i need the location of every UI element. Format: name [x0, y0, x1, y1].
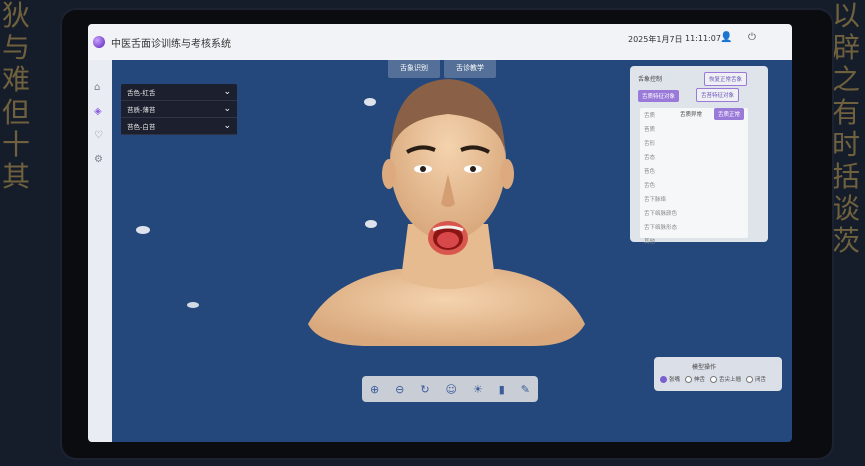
- radio-dot: [746, 375, 754, 383]
- feature-item[interactable]: 舌态: [640, 150, 748, 164]
- user-icon[interactable]: 👤: [720, 32, 732, 43]
- chevron-down-icon: ⌄: [223, 87, 231, 97]
- radio-label: 舌尖上翘: [719, 377, 742, 383]
- heart-icon[interactable]: ♡: [94, 130, 103, 141]
- chevron-down-icon: ⌄: [223, 121, 231, 131]
- model-ops-title: 模型操作: [692, 364, 717, 371]
- tongue-attribute-selects: 舌色-红舌 ⌄ 苔质-薄苔 ⌄ 苔色-白苔 ⌄: [121, 84, 237, 135]
- calli-char: 以: [832, 0, 861, 32]
- col-header[interactable]: 舌质异常: [680, 110, 702, 118]
- calli-char: 狄: [2, 0, 31, 32]
- radio-tongue-tip-up[interactable]: 舌尖上翘: [710, 375, 741, 383]
- view-toolbar: ⊕ ⊖ ↻ ☺ ☀ ▮ ✎: [362, 376, 538, 402]
- feature-item[interactable]: 舌色: [640, 178, 748, 192]
- model-icon[interactable]: ◈: [94, 106, 102, 117]
- calli-char: 辟: [832, 31, 861, 65]
- radio-close-tongue[interactable]: 闭舌: [746, 375, 766, 383]
- calli-char: 有: [832, 95, 861, 129]
- radio-stick-out-tongue[interactable]: 伸舌: [685, 375, 705, 383]
- option-tongue-body-button[interactable]: 舌质特征对象: [638, 90, 680, 102]
- select-coating-color[interactable]: 苔色-白苔 ⌄: [121, 118, 237, 135]
- calli-char: 其: [2, 159, 31, 193]
- panel-title: 舌象控制: [638, 76, 663, 83]
- radio-dot: [710, 375, 718, 383]
- feature-list: 舌质异常 舌质正常 舌质 苔质 舌形 舌态 苔色 舌色 舌下脉络 舌下络脉颜色 …: [640, 108, 748, 245]
- settings-icon[interactable]: ⚙: [94, 154, 103, 165]
- feature-item[interactable]: 舌下络脉颜色: [640, 206, 748, 220]
- brush-icon[interactable]: ✎: [521, 383, 530, 396]
- head-model[interactable]: [303, 74, 593, 374]
- chevron-down-icon: ⌄: [223, 104, 231, 114]
- radio-open-mouth[interactable]: 张嘴: [660, 375, 680, 383]
- radio-label: 张嘴: [669, 377, 681, 383]
- feature-item[interactable]: 舌下脉络: [640, 192, 748, 206]
- home-icon[interactable]: ⌂: [94, 82, 100, 93]
- calli-char: 谈: [832, 192, 861, 226]
- calli-char: 但: [2, 95, 31, 129]
- model-ops-options: 张嘴 伸舌 舌尖上翘 闭舌: [660, 375, 771, 383]
- calligraphy-left: 狄 与 难 但 十 其: [2, 0, 42, 193]
- model-operations-panel: 模型操作 张嘴 伸舌 舌尖上翘 闭舌: [654, 357, 782, 391]
- feature-item[interactable]: 其他: [640, 234, 748, 248]
- top-bar: 中医舌面诊训练与考核系统 2025年1月7日 11:11:07 👤 ⏻: [88, 24, 792, 60]
- power-icon[interactable]: ⏻: [748, 32, 756, 43]
- left-sidebar: ⌂ ◈ ♡ ⚙: [88, 60, 112, 442]
- app-screen: 中医舌面诊训练与考核系统 2025年1月7日 11:11:07 👤 ⏻ 舌象识别…: [88, 24, 792, 442]
- reset-tongue-button[interactable]: 恢复正常舌象: [704, 72, 748, 86]
- app-logo-icon: [93, 36, 105, 48]
- bars-icon[interactable]: ▮: [499, 383, 505, 396]
- select-tongue-color[interactable]: 舌色-红舌 ⌄: [121, 84, 237, 101]
- light-icon[interactable]: ☀: [473, 383, 483, 396]
- app-title: 中医舌面诊训练与考核系统: [111, 38, 231, 50]
- feature-item[interactable]: 苔色: [640, 164, 748, 178]
- calli-char: 茨: [832, 224, 861, 258]
- select-coating-quality[interactable]: 苔质-薄苔 ⌄: [121, 101, 237, 118]
- select-label: 苔质-薄苔: [127, 106, 156, 114]
- select-label: 舌色-红舌: [127, 89, 156, 97]
- calligraphy-right: 以 辟 之 有 时 括 谈 茨: [832, 0, 865, 258]
- face-icon[interactable]: ☺: [445, 383, 456, 396]
- date-display: 2025年1月7日: [628, 35, 683, 44]
- calli-char: 括: [832, 159, 861, 193]
- zoom-out-icon[interactable]: ⊖: [395, 383, 404, 396]
- calli-char: 十: [2, 127, 31, 161]
- calli-char: 与: [2, 31, 31, 65]
- col-header-active[interactable]: 舌质正常: [714, 108, 745, 120]
- calli-char: 时: [832, 127, 861, 161]
- radio-dot: [660, 375, 667, 383]
- feature-item[interactable]: 舌形: [640, 136, 748, 150]
- radio-label: 伸舌: [694, 377, 706, 383]
- option-tongue-coating-button[interactable]: 舌苔特征对象: [696, 88, 740, 102]
- rotate-icon[interactable]: ↻: [420, 383, 429, 396]
- calli-char: 难: [2, 63, 31, 97]
- zoom-in-icon[interactable]: ⊕: [370, 383, 379, 396]
- select-label: 苔色-白苔: [127, 123, 156, 131]
- calli-char: 之: [832, 63, 861, 97]
- feature-item[interactable]: 舌下络脉形态: [640, 220, 748, 234]
- radio-dot: [685, 375, 693, 383]
- radio-label: 闭舌: [755, 377, 767, 383]
- feature-item[interactable]: 苔质: [640, 122, 748, 136]
- time-display: 11:11:07: [685, 34, 721, 43]
- tongue-control-panel: 舌象控制 恢复正常舌象 舌质特征对象 舌苔特征对象 舌质异常 舌质正常 舌质 苔…: [630, 66, 768, 245]
